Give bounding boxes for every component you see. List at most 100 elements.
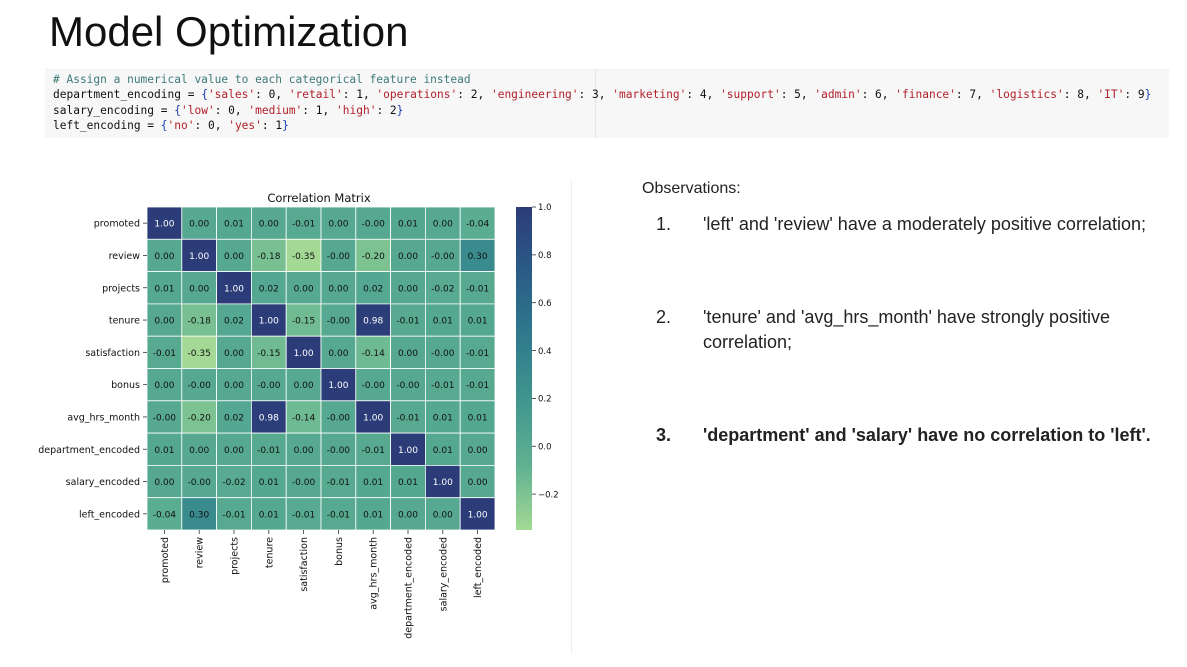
cell-value-label: 0.01 — [154, 446, 174, 456]
cell-value-label: -0.00 — [431, 252, 455, 262]
cell-value-label: -0.01 — [362, 446, 385, 456]
cell-value-label: -0.01 — [153, 349, 176, 359]
cell-value-label: 0.00 — [328, 220, 348, 230]
cell-value-label: 0.01 — [398, 220, 418, 230]
panel-divider — [571, 180, 572, 654]
cell-value-label: -0.18 — [257, 252, 281, 262]
slide-title: Model Optimization — [49, 8, 409, 55]
cell-value-label: 0.00 — [154, 317, 174, 327]
cell-value-label: -0.20 — [362, 252, 386, 262]
x-tick-label: review — [195, 537, 206, 569]
cell-value-label: -0.14 — [292, 413, 316, 423]
y-tick-label: salary_encoded — [66, 477, 140, 488]
cell-value-label: 1.00 — [189, 252, 209, 262]
cell-value-label: -0.01 — [396, 413, 419, 423]
cell-value-label: 0.00 — [328, 284, 348, 294]
cell-value-label: 0.00 — [154, 381, 174, 391]
y-tick-label: review — [109, 251, 141, 262]
observation-number: 2. — [656, 307, 672, 327]
y-tick-label: department_encoded — [38, 445, 140, 456]
cell-value-label: -0.01 — [466, 349, 489, 359]
cell-value-label: 0.02 — [224, 317, 244, 327]
cell-value-label: -0.18 — [188, 317, 212, 327]
cell-value-label: -0.35 — [188, 349, 211, 359]
cell-value-label: -0.00 — [362, 381, 386, 391]
code-cell[interactable]: # Assign a numerical value to each categ… — [45, 69, 1169, 138]
y-tick-label: avg_hrs_month — [67, 412, 140, 423]
y-tick-label: bonus — [111, 380, 140, 391]
x-tick-label: left_encoded — [473, 537, 484, 598]
cell-value-label: 0.98 — [259, 413, 279, 423]
observation-text: 'left' and 'review' have a moderately po… — [703, 214, 1146, 234]
cell-value-label: 0.00 — [398, 349, 418, 359]
colorbar — [516, 207, 532, 530]
x-tick-label: department_encoded — [404, 537, 415, 639]
cell-value-label: 0.30 — [468, 252, 488, 262]
cell-value-label: 1.00 — [363, 413, 383, 423]
cell-value-label: -0.00 — [327, 317, 351, 327]
y-tick-label: tenure — [109, 316, 140, 327]
cell-value-label: 0.02 — [363, 284, 383, 294]
cell-value-label: -0.00 — [153, 413, 177, 423]
cell-value-label: 1.00 — [154, 220, 174, 230]
cell-value-label: 0.00 — [154, 478, 174, 488]
cell-value-label: 0.00 — [189, 220, 209, 230]
cell-value-label: -0.01 — [292, 510, 315, 520]
cell-value-label: -0.15 — [257, 349, 280, 359]
code-line-department: department_encoding = {'sales': 0, 'reta… — [53, 88, 1152, 102]
cell-value-label: 1.00 — [294, 349, 314, 359]
y-tick-label: satisfaction — [85, 348, 140, 359]
cell-value-label: 0.00 — [224, 446, 244, 456]
cell-value-label: -0.00 — [431, 349, 455, 359]
cell-value-label: -0.04 — [466, 220, 490, 230]
x-tick-label: tenure — [264, 537, 275, 568]
cell-value-label: 1.00 — [398, 446, 418, 456]
cell-value-label: 0.30 — [189, 510, 209, 520]
cell-value-label: 0.01 — [363, 510, 383, 520]
cell-value-label: -0.01 — [292, 220, 315, 230]
y-tick-label: projects — [102, 283, 140, 294]
x-tick-label: satisfaction — [299, 537, 310, 592]
cell-value-label: 0.00 — [224, 381, 244, 391]
colorbar-tick-label: 0.6 — [538, 299, 552, 309]
colorbar-tick-label: 0.8 — [538, 251, 552, 261]
cell-value-label: 0.01 — [154, 284, 174, 294]
cell-value-label: 1.00 — [259, 317, 279, 327]
cell-value-label: -0.01 — [327, 510, 350, 520]
cell-value-label: 0.02 — [259, 284, 279, 294]
cell-value-label: -0.00 — [257, 381, 281, 391]
cell-value-label: -0.00 — [188, 478, 212, 488]
cell-value-label: 0.00 — [468, 478, 488, 488]
cell-value-label: 0.01 — [468, 317, 488, 327]
cell-value-label: -0.00 — [292, 478, 316, 488]
y-tick-label: promoted — [94, 219, 140, 230]
cell-value-label: 0.00 — [398, 284, 418, 294]
cell-value-label: -0.01 — [396, 317, 419, 327]
colorbar-tick-label: 1.0 — [538, 203, 552, 213]
cell-value-label: 0.00 — [189, 446, 209, 456]
colorbar-tick-label: 0.2 — [538, 395, 552, 405]
cell-value-label: -0.00 — [188, 381, 212, 391]
cell-value-label: 0.01 — [224, 220, 244, 230]
y-tick-label: left_encoded — [79, 509, 140, 520]
cell-value-label: 0.00 — [189, 284, 209, 294]
cell-value-label: -0.15 — [292, 317, 315, 327]
cell-value-label: 0.02 — [224, 413, 244, 423]
colorbar-tick-label: −0.2 — [538, 490, 559, 500]
cell-value-label: 0.00 — [294, 381, 314, 391]
cell-value-label: 0.01 — [433, 317, 453, 327]
cell-value-label: 0.00 — [259, 220, 279, 230]
observations-heading: Observations: — [642, 180, 741, 197]
cell-value-label: 1.00 — [328, 381, 348, 391]
cell-value-label: 1.00 — [433, 478, 453, 488]
cell-value-label: -0.00 — [362, 220, 386, 230]
code-line-salary: salary_encoding = {'low': 0, 'medium': 1… — [53, 103, 404, 117]
cell-value-label: 0.00 — [224, 349, 244, 359]
cell-value-label: -0.01 — [222, 510, 245, 520]
colorbar-tick-label: 0.4 — [538, 347, 552, 357]
cell-value-label: 0.00 — [154, 252, 174, 262]
cell-value-label: 0.00 — [328, 349, 348, 359]
x-tick-label: promoted — [160, 537, 171, 583]
cell-value-label: 0.00 — [294, 284, 314, 294]
cell-value-label: 0.01 — [259, 478, 279, 488]
